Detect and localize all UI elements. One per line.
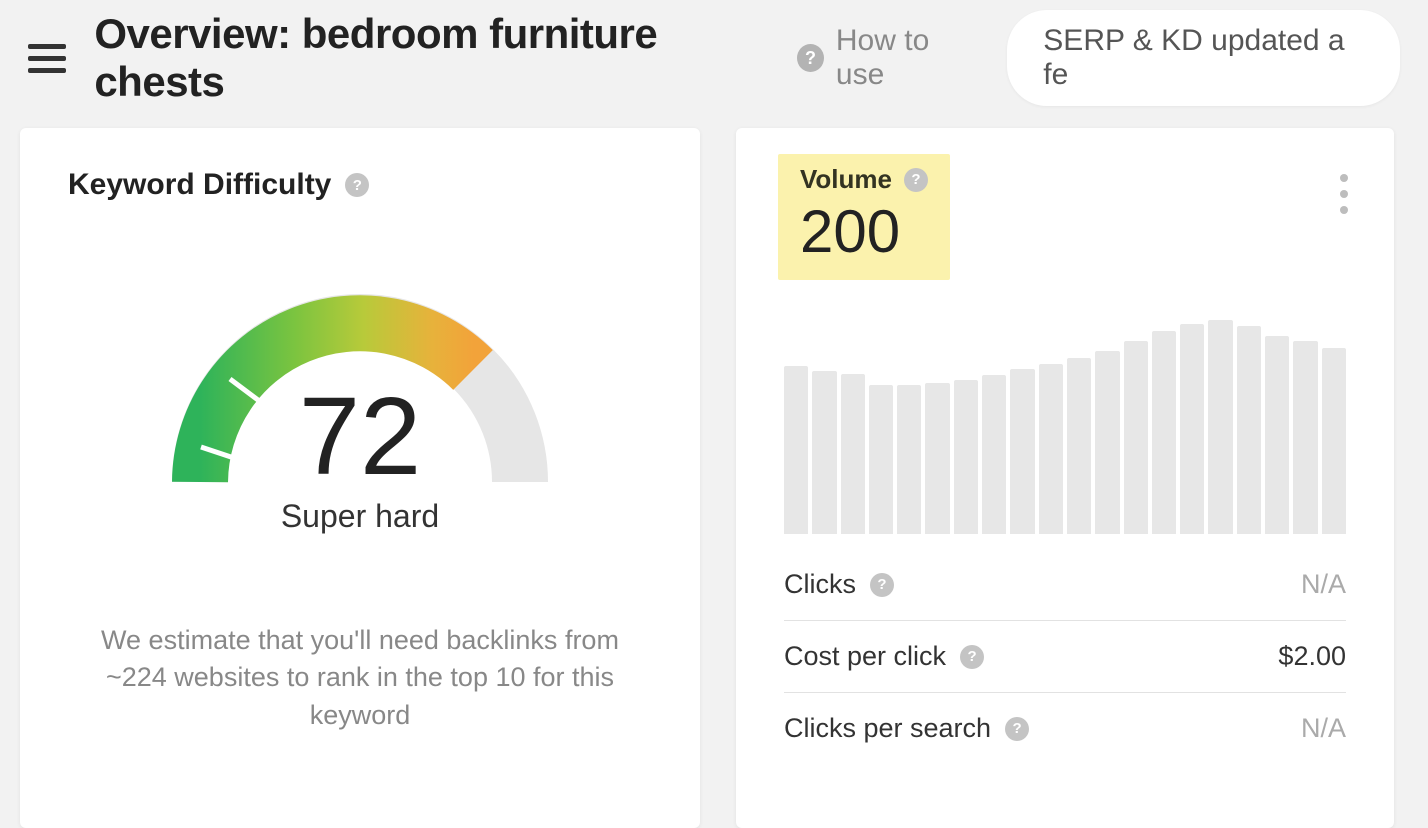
- how-to-use-link[interactable]: ? How to use: [797, 24, 979, 92]
- gauge-center: 72 Super hard: [140, 382, 580, 535]
- volume-card: Volume ? 200 Clicks? N/A Cost per click? $2…: [736, 128, 1394, 828]
- metric-value: N/A: [1301, 569, 1346, 600]
- kd-label: Super hard: [140, 498, 580, 535]
- trend-bar: [954, 380, 978, 534]
- help-icon[interactable]: ?: [870, 573, 894, 597]
- metric-label: Clicks?: [784, 569, 894, 600]
- page-title: Overview: bedroom furniture chests: [94, 10, 769, 106]
- metric-label-text: Clicks: [784, 569, 856, 600]
- kd-heading-title: Keyword Difficulty: [68, 168, 331, 202]
- trend-bar: [982, 375, 1006, 534]
- kd-score: 72: [140, 382, 580, 492]
- metric-value: $2.00: [1278, 641, 1346, 672]
- kd-gauge: 72 Super hard: [140, 272, 580, 542]
- volume-heading-title: Volume: [800, 164, 892, 195]
- volume-highlight: Volume ? 200: [778, 154, 950, 280]
- volume-metrics: Clicks? N/A Cost per click? $2.00 Clicks per…: [784, 549, 1346, 764]
- trend-bar: [925, 383, 949, 534]
- trend-bar: [1095, 351, 1119, 534]
- cards-row: Keyword Difficulty ?: [0, 128, 1428, 828]
- trend-bar: [1322, 348, 1346, 534]
- metric-label: Cost per click?: [784, 641, 984, 672]
- trend-bar: [1067, 358, 1091, 534]
- trend-bar: [1208, 320, 1232, 534]
- help-icon[interactable]: ?: [345, 173, 369, 197]
- serp-update-pill[interactable]: SERP & KD updated a fe: [1007, 10, 1400, 106]
- help-icon[interactable]: ?: [960, 645, 984, 669]
- kd-description: We estimate that you'll need backlinks f…: [68, 622, 652, 734]
- how-to-use-label: How to use: [836, 24, 979, 92]
- keyword-difficulty-card: Keyword Difficulty ?: [20, 128, 700, 828]
- metric-label-text: Clicks per search: [784, 713, 991, 744]
- trend-bar: [1237, 326, 1261, 534]
- trend-bar: [784, 366, 808, 534]
- trend-bar: [1180, 324, 1204, 534]
- trend-bar: [812, 371, 836, 534]
- serp-update-text: SERP & KD updated a fe: [1043, 24, 1344, 91]
- trend-bar: [869, 385, 893, 534]
- trend-bar: [1152, 331, 1176, 534]
- more-menu-icon[interactable]: [1334, 168, 1354, 220]
- trend-bar: [1124, 341, 1148, 534]
- trend-bar: [1293, 341, 1317, 534]
- trend-bar: [1265, 336, 1289, 534]
- volume-heading: Volume ?: [800, 164, 928, 195]
- help-icon[interactable]: ?: [904, 168, 928, 192]
- trend-bar: [1039, 364, 1063, 534]
- menu-icon[interactable]: [28, 38, 66, 78]
- metric-label-text: Cost per click: [784, 641, 946, 672]
- trend-bar: [897, 385, 921, 534]
- metric-row: Clicks? N/A: [784, 549, 1346, 621]
- metric-row: Clicks per search? N/A: [784, 693, 1346, 764]
- volume-trend-chart: [784, 320, 1346, 535]
- trend-bar: [1010, 369, 1034, 534]
- page-header: Overview: bedroom furniture chests ? How…: [0, 0, 1428, 128]
- kd-heading: Keyword Difficulty ?: [68, 168, 652, 202]
- metric-value: N/A: [1301, 713, 1346, 744]
- volume-value: 200: [800, 197, 928, 266]
- help-icon: ?: [797, 44, 824, 72]
- help-icon[interactable]: ?: [1005, 717, 1029, 741]
- metric-label: Clicks per search?: [784, 713, 1029, 744]
- trend-bar: [841, 374, 865, 535]
- metric-row: Cost per click? $2.00: [784, 621, 1346, 693]
